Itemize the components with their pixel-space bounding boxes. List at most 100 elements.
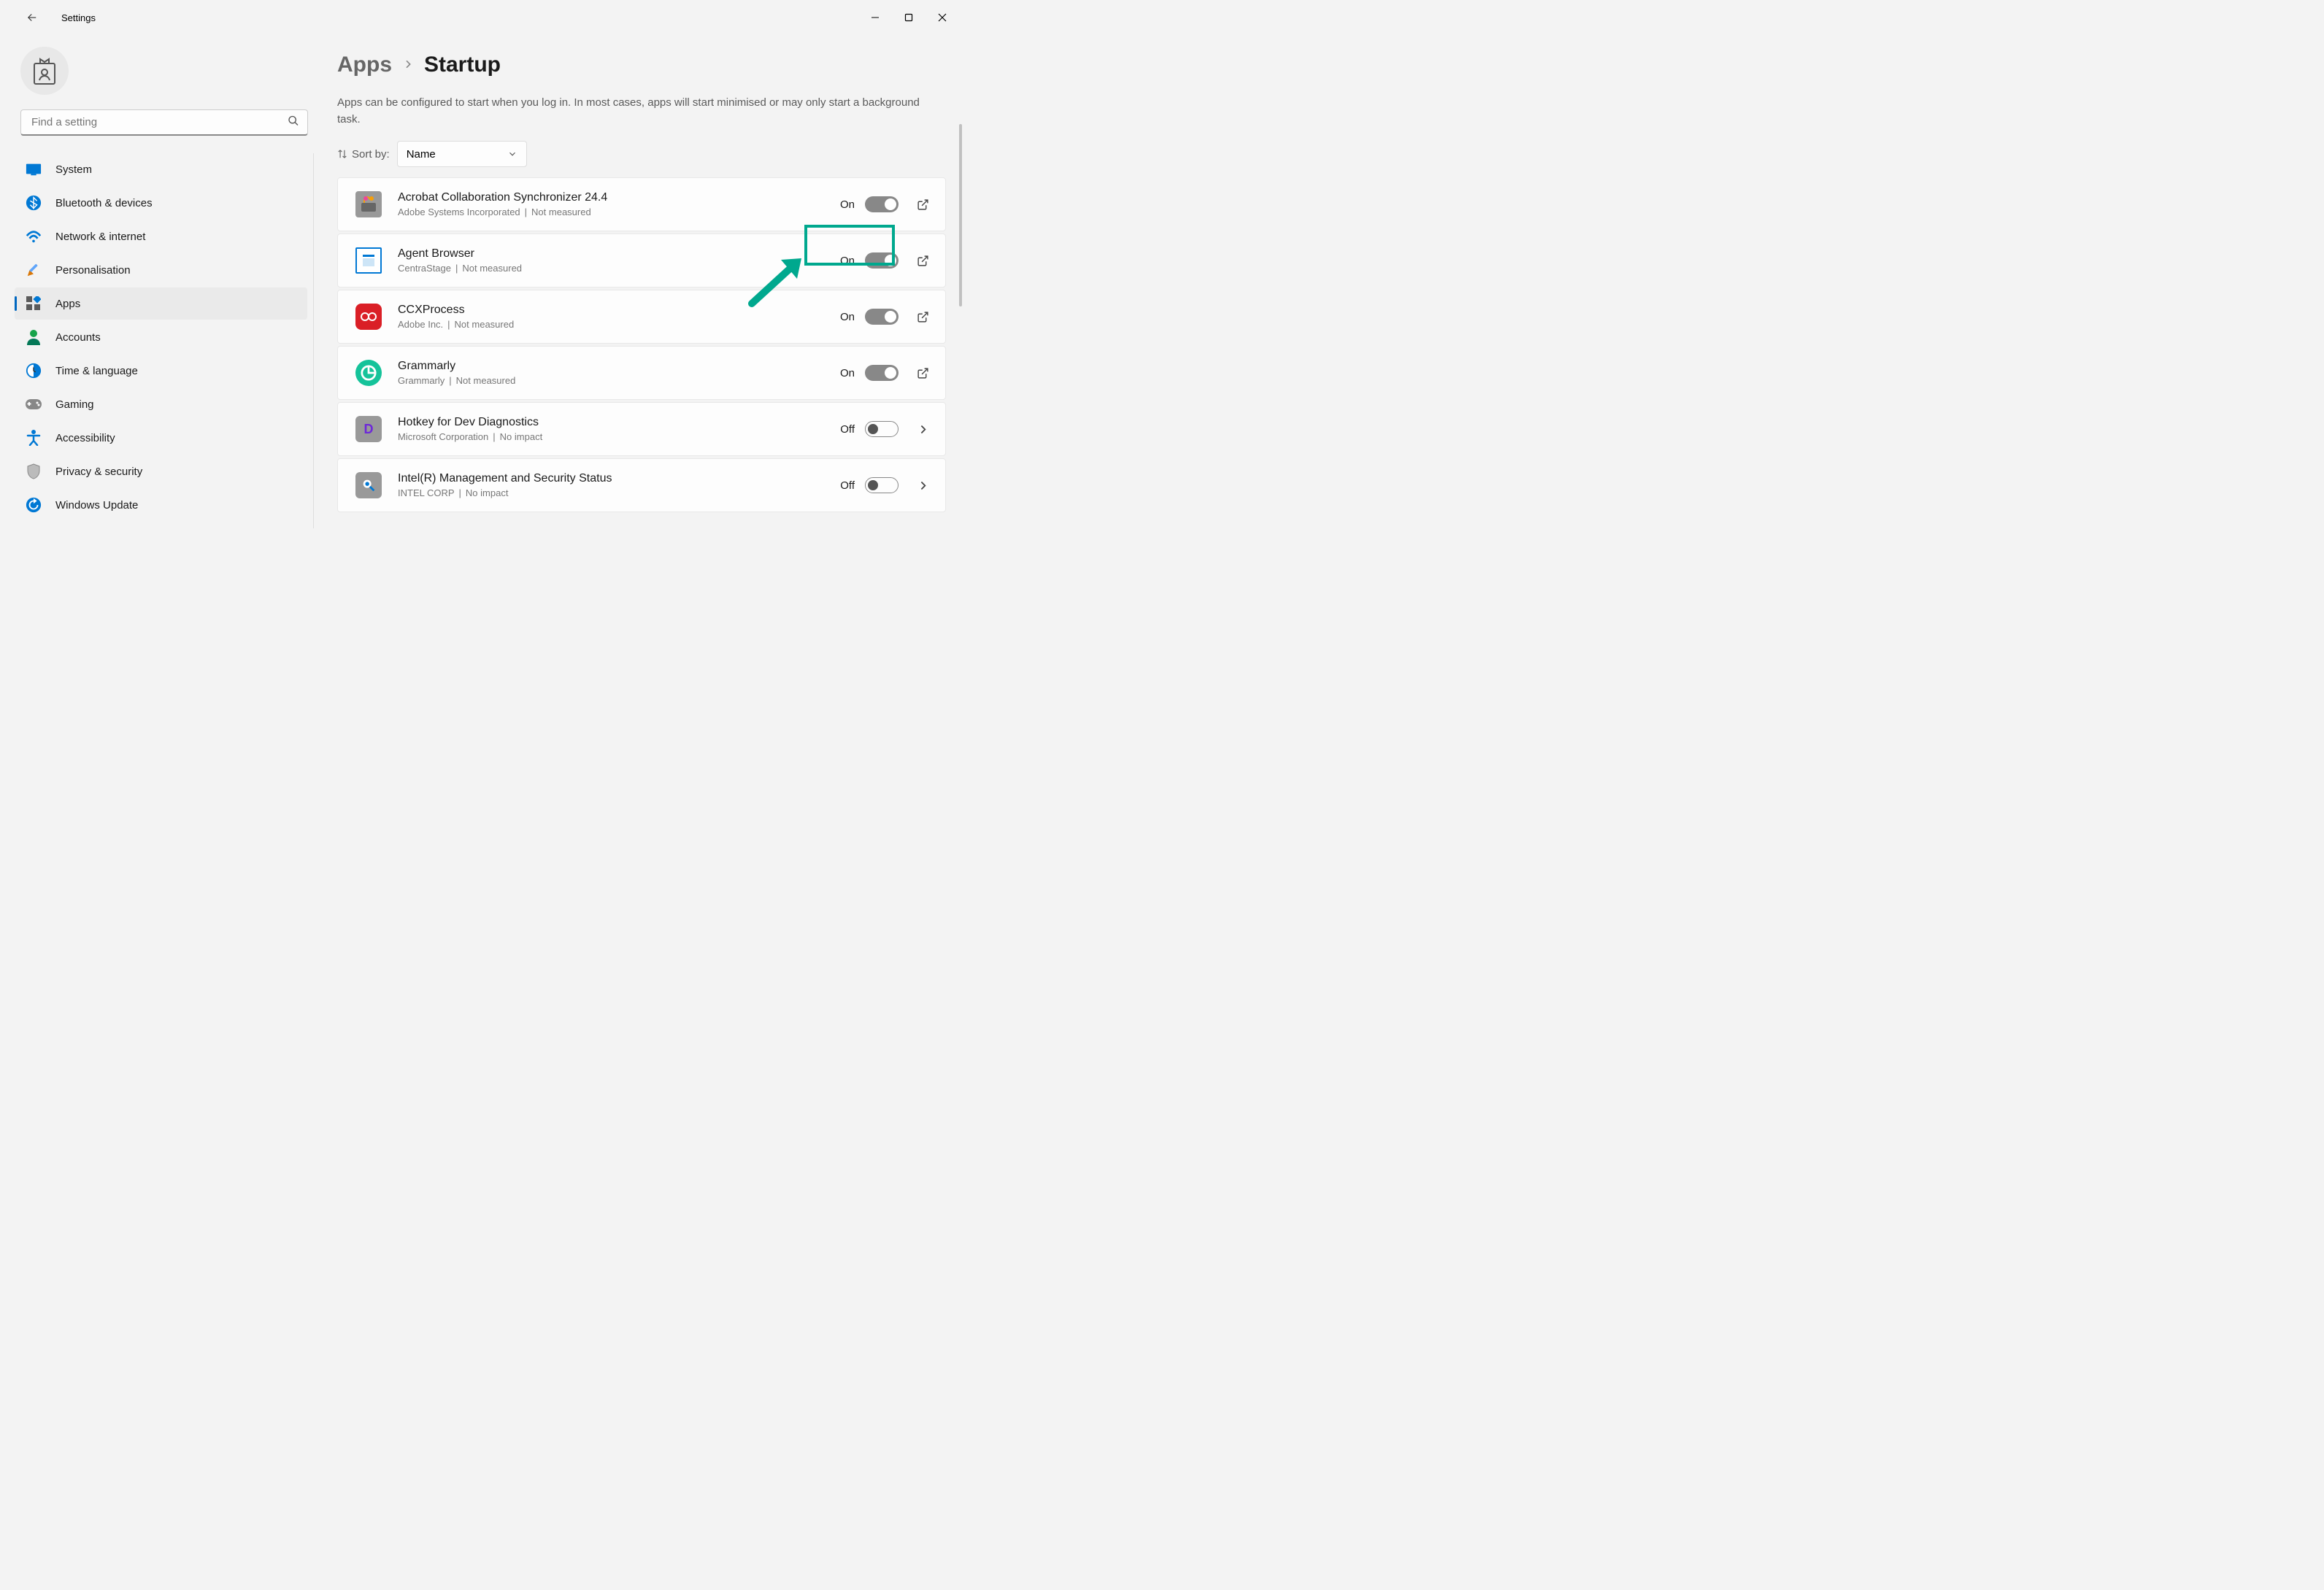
search-icon [288,115,299,131]
startup-app-row: CCXProcessAdobe Inc.|Not measured On [337,290,946,344]
app-name: Grammarly [398,360,824,373]
sidebar-item-label: Apps [55,298,80,310]
sidebar-item-label: Gaming [55,398,94,411]
privacy-icon [25,463,42,480]
startup-toggle[interactable] [865,196,899,212]
search-input[interactable] [20,109,308,136]
time-icon [25,362,42,379]
toggle-area: On [840,252,899,269]
open-external-icon[interactable] [915,252,931,269]
scrollbar[interactable] [959,124,962,306]
open-external-icon[interactable] [915,309,931,325]
app-name: Intel(R) Management and Security Status [398,472,824,485]
app-icon: D [355,416,382,442]
search-box [20,109,308,136]
sidebar-item-gaming[interactable]: Gaming [15,388,307,420]
toggle-area: On [840,309,899,325]
sort-value: Name [407,148,436,161]
chevron-down-icon [507,149,517,159]
sidebar-item-label: Personalisation [55,264,131,277]
sort-label: Sort by: [337,148,390,161]
sidebar-item-privacy[interactable]: Privacy & security [15,455,307,487]
toggle-state-label: On [840,198,855,211]
sidebar-item-time[interactable]: Time & language [15,355,307,387]
maximize-button[interactable] [892,6,926,29]
apps-icon [25,295,42,312]
chevron-right-icon[interactable] [915,421,931,437]
sidebar-item-update[interactable]: Windows Update [15,489,307,521]
sort-row: Sort by: Name [337,141,955,167]
sidebar-item-label: Bluetooth & devices [55,197,153,209]
app-info: Intel(R) Management and Security Status I… [398,472,824,498]
breadcrumb-parent[interactable]: Apps [337,53,392,77]
back-button[interactable] [18,3,47,32]
toggle-area: Off [840,421,899,437]
close-icon [938,13,947,22]
sort-dropdown[interactable]: Name [397,141,527,167]
startup-toggle[interactable] [865,421,899,437]
app-icon [355,472,382,498]
window-controls [858,6,959,29]
title-bar: Settings [0,0,962,35]
app-info: Hotkey for Dev DiagnosticsMicrosoft Corp… [398,416,824,442]
chevron-right-icon [402,55,414,74]
sidebar-item-label: Windows Update [55,499,138,512]
gaming-icon [25,395,42,413]
sidebar-item-label: Privacy & security [55,466,142,478]
app-name: Agent Browser [398,247,824,261]
sidebar-item-accessibility[interactable]: Accessibility [15,422,307,454]
app-icon [355,247,382,274]
app-meta: CentraStage|Not measured [398,263,824,274]
sidebar-item-network[interactable]: Network & internet [15,220,307,252]
startup-toggle[interactable] [865,365,899,381]
app-name: Acrobat Collaboration Synchronizer 24.4 [398,191,824,204]
app-meta: INTEL CORP|No impact [398,487,824,498]
nav-list: System Bluetooth & devices Network & inter… [15,153,314,528]
breadcrumb: Apps Startup [337,53,955,77]
app-icon [355,191,382,217]
toggle-state-label: Off [840,423,855,436]
app-info: Acrobat Collaboration Synchronizer 24.4A… [398,191,824,217]
startup-toggle[interactable] [865,309,899,325]
avatar [20,47,69,95]
breadcrumb-current: Startup [424,53,501,77]
close-button[interactable] [926,6,959,29]
toggle-state-label: On [840,255,855,267]
maximize-icon [904,13,913,22]
sort-icon [337,149,347,159]
main-panel: Apps Startup Apps can be configured to s… [314,35,962,658]
account-avatar-area[interactable] [15,41,314,109]
sidebar-item-label: Time & language [55,365,138,377]
startup-app-row: Acrobat Collaboration Synchronizer 24.4A… [337,177,946,231]
open-external-icon[interactable] [915,365,931,381]
bluetooth-icon [25,194,42,212]
startup-toggle[interactable] [865,477,899,493]
open-external-icon[interactable] [915,196,931,212]
startup-app-row: D Hotkey for Dev DiagnosticsMicrosoft Cor… [337,402,946,456]
toggle-area: Off [840,477,899,493]
avatar-badge-icon [31,56,58,85]
network-icon [25,228,42,245]
sidebar-item-bluetooth[interactable]: Bluetooth & devices [15,187,307,219]
sidebar-item-system[interactable]: System [15,153,307,185]
sidebar-item-personalisation[interactable]: Personalisation [15,254,307,286]
app-icon [355,360,382,386]
toggle-state-label: Off [840,479,855,492]
startup-app-row: Intel(R) Management and Security Status I… [337,458,946,512]
sidebar-item-accounts[interactable]: Accounts [15,321,307,353]
toggle-area: On [840,196,899,212]
startup-app-row: GrammarlyGrammarly|Not measuredOn [337,346,946,400]
startup-app-list: Acrobat Collaboration Synchronizer 24.4 A… [337,177,955,512]
sidebar-item-apps[interactable]: Apps [15,287,307,320]
page-description: Apps can be configured to start when you… [337,95,936,128]
sidebar-item-label: System [55,163,92,176]
app-name: CCXProcess [398,304,824,317]
sidebar-item-label: Accounts [55,331,101,344]
app-meta: Grammarly|Not measured [398,375,824,386]
startup-toggle[interactable] [865,252,899,269]
chevron-right-icon[interactable] [915,477,931,493]
minimize-button[interactable] [858,6,892,29]
app-info: CCXProcessAdobe Inc.|Not measured [398,304,824,330]
app-meta: Microsoft Corporation|No impact [398,431,824,442]
update-icon [25,496,42,514]
